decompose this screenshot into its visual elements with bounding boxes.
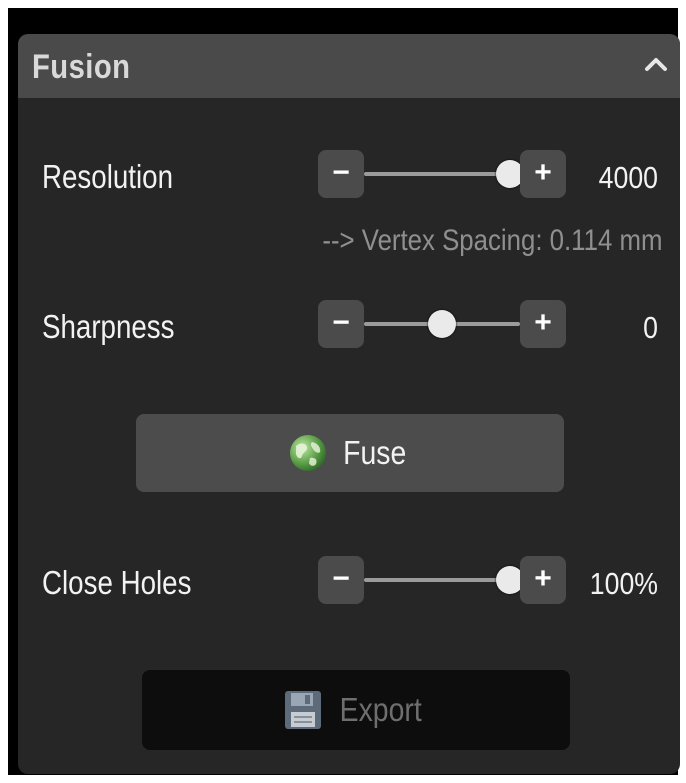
- sharpness-label: Sharpness: [42, 308, 175, 345]
- sharpness-decrease-button[interactable]: −: [318, 300, 364, 348]
- close-holes-value: 100%: [589, 566, 658, 601]
- floppy-disk-icon: [285, 691, 322, 729]
- fusion-panel: Fusion Resolution − + 4000 --> Vertex Sp…: [18, 34, 680, 774]
- resolution-decrease-button[interactable]: −: [318, 150, 364, 198]
- fuse-button-label: Fuse: [343, 434, 407, 471]
- close-holes-label: Close Holes: [42, 564, 192, 601]
- export-button[interactable]: Export: [142, 670, 570, 750]
- panel-header[interactable]: Fusion: [18, 34, 680, 98]
- minus-icon: −: [332, 306, 350, 339]
- sharpness-value: 0: [643, 310, 658, 345]
- panel-title: Fusion: [32, 48, 131, 86]
- minus-icon: −: [332, 156, 350, 189]
- resolution-value: 4000: [598, 160, 658, 195]
- resolution-label: Resolution: [42, 158, 173, 195]
- vertex-spacing-note: --> Vertex Spacing: 0.114 mm: [321, 224, 662, 257]
- minus-icon: −: [332, 562, 350, 595]
- fuse-button[interactable]: Fuse: [136, 414, 564, 492]
- close-holes-decrease-button[interactable]: −: [318, 556, 364, 604]
- chevron-up-icon[interactable]: [642, 50, 670, 78]
- export-button-label: Export: [339, 691, 423, 728]
- sharpness-slider-handle[interactable]: [428, 310, 456, 338]
- globe-icon: [290, 435, 327, 471]
